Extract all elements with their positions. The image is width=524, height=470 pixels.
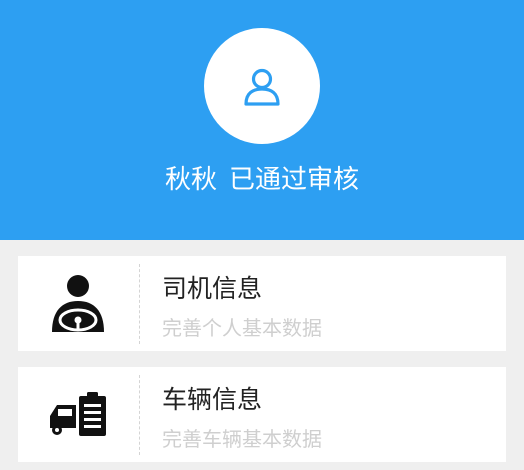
card-title: 司机信息	[162, 274, 263, 303]
avatar[interactable]	[204, 28, 320, 144]
card-subtitle: 完善个人基本数据	[162, 316, 322, 340]
review-status: 秋秋 已通过审核	[0, 160, 524, 200]
card-divider	[139, 375, 140, 455]
profile-header: 秋秋 已通过审核	[0, 0, 524, 240]
driver-icon	[52, 274, 104, 332]
vehicle-icon	[50, 391, 106, 436]
vehicle-info-card[interactable]: 车辆信息 完善车辆基本数据	[18, 367, 506, 462]
card-subtitle: 完善车辆基本数据	[162, 427, 322, 451]
card-title: 车辆信息	[162, 385, 263, 414]
driver-info-card[interactable]: 司机信息 完善个人基本数据	[18, 256, 506, 351]
user-icon	[244, 68, 280, 106]
card-divider	[139, 264, 140, 344]
status-text: 已通过审核	[229, 165, 360, 195]
user-name: 秋秋	[164, 165, 217, 195]
